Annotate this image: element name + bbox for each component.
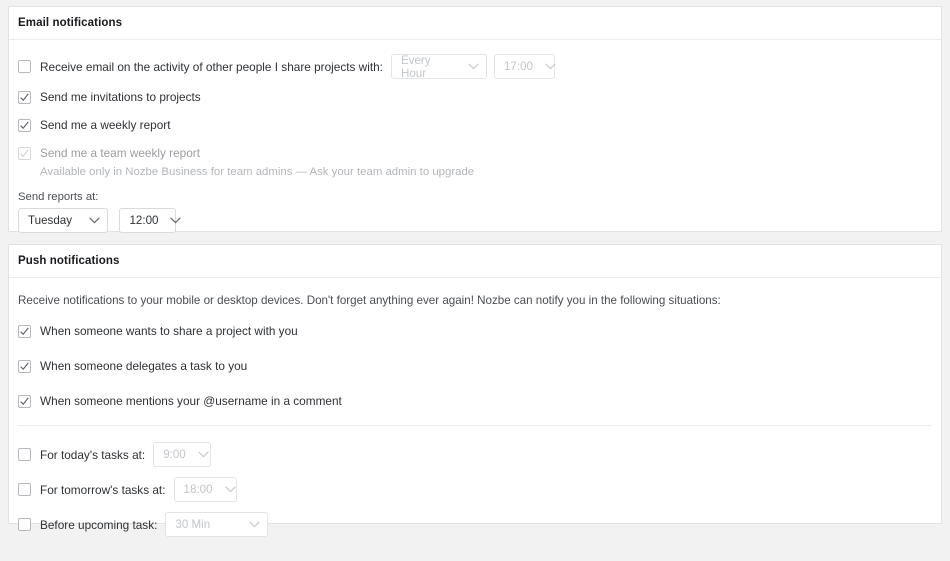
email-row-activity: Receive email on the activity of other p… [18,53,932,80]
push-notifications-intro: Receive notifications to your mobile or … [18,294,721,307]
push-tomorrow-tasks-time-value: 18:00 [183,483,213,497]
reports-time-select[interactable]: 12:00 [119,207,182,233]
push-upcoming-task-label: Before upcoming task: [40,517,158,532]
push-mention-checkbox[interactable] [18,394,31,408]
checkmark-icon [20,149,29,157]
checkmark-icon [20,397,29,405]
chevron-down-icon [249,521,261,528]
push-share-project-checkbox[interactable] [18,324,31,338]
email-row-team-weekly-report: Send me a team weekly report [18,143,932,163]
push-today-tasks-time-select[interactable]: 9:00 [153,442,212,468]
push-delegate-task-checkbox[interactable] [18,359,31,373]
push-row-mention: When someone mentions your @username in … [18,391,932,411]
send-reports-at-label: Send reports at: [18,190,99,203]
chevron-down-icon [89,217,100,224]
push-upcoming-task-offset-select[interactable]: 30 Min [165,512,269,538]
activity-frequency-select[interactable]: Every Hour [390,53,487,80]
push-mention-label: When someone mentions your @username in … [40,394,342,409]
email-weekly-report-label: Send me a weekly report [40,118,171,132]
email-row-weekly-report: Send me a weekly report [18,115,932,135]
push-row-delegate-task: When someone delegates a task to you [18,356,932,376]
email-team-weekly-report-label: Send me a team weekly report [40,146,200,160]
activity-time-select[interactable]: 17:00 [493,54,556,79]
push-notifications-body: Receive notifications to your mobile or … [9,278,941,538]
activity-frequency-value: Every Hour [400,53,431,80]
push-notifications-card: Push notifications Receive notifications… [8,244,942,538]
email-team-weekly-report-checkbox [18,146,31,160]
reports-time-value: 12:00 [129,213,159,227]
push-delegate-task-label: When someone delegates a task to you [40,359,248,374]
chevron-down-icon [198,451,209,458]
chevron-down-icon [170,217,182,224]
chevron-down-icon [468,63,479,70]
push-row-today-tasks: For today's tasks at: 9:00 [18,442,932,468]
email-row-invitations: Send me invitations to projects [18,87,932,107]
email-invitations-label: Send me invitations to projects [40,90,201,104]
reports-day-select[interactable]: Tuesday [18,207,108,233]
checkmark-icon [20,362,29,370]
push-row-tomorrow-tasks: For tomorrow's tasks at: 18:00 [18,477,932,503]
email-weekly-report-checkbox[interactable] [18,118,31,132]
email-activity-label: Receive email on the activity of other p… [40,59,383,74]
push-row-share-project: When someone wants to share a project wi… [18,321,932,341]
email-notifications-body: Receive email on the activity of other p… [9,40,941,233]
checkmark-icon [20,93,29,101]
settings-page: Email notifications Receive email on the… [0,0,950,561]
email-team-weekly-report-note: Available only in Nozbe Business for tea… [40,166,475,178]
push-share-project-label: When someone wants to share a project wi… [40,324,298,339]
reports-day-value: Tuesday [28,213,73,227]
chevron-down-icon [224,486,236,493]
push-upcoming-task-offset-value: 30 Min [175,518,211,532]
push-notifications-title: Push notifications [9,245,941,278]
push-tomorrow-tasks-checkbox[interactable] [18,483,31,497]
email-activity-checkbox[interactable] [18,60,31,73]
push-tomorrow-tasks-time-select[interactable]: 18:00 [173,477,237,503]
push-tomorrow-tasks-label: For tomorrow's tasks at: [40,482,166,497]
email-invitations-checkbox[interactable] [18,90,31,104]
checkmark-icon [20,327,29,335]
push-today-tasks-label: For today's tasks at: [40,447,146,462]
activity-time-value: 17:00 [503,60,533,73]
push-today-tasks-time-value: 9:00 [163,448,186,462]
chevron-down-icon [545,63,556,70]
checkmark-icon [20,121,29,129]
email-notifications-card: Email notifications Receive email on the… [8,6,942,233]
push-today-tasks-checkbox[interactable] [18,448,31,462]
push-section-divider [18,425,932,427]
push-row-upcoming-task: Before upcoming task: 30 Min [18,512,932,538]
push-upcoming-task-checkbox[interactable] [18,518,31,532]
send-reports-at-controls: Tuesday 12:00 [18,207,932,233]
email-notifications-title: Email notifications [9,7,941,40]
